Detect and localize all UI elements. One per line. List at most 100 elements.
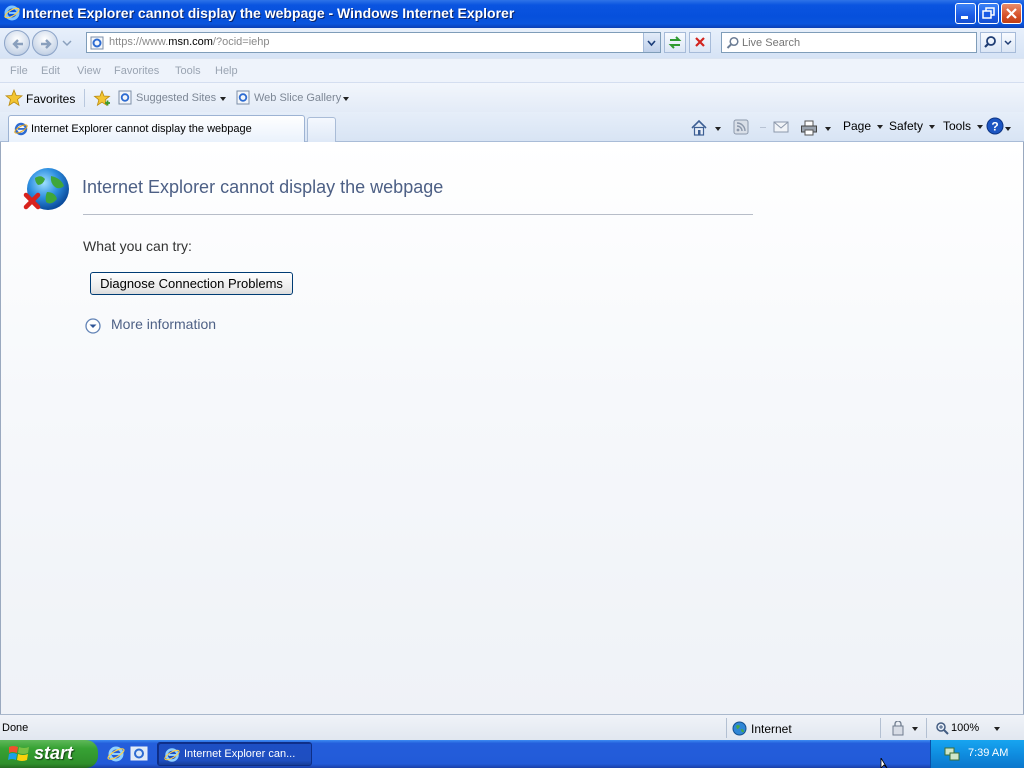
search-box[interactable] [721,32,977,53]
start-label: start [34,743,74,763]
favorites-bar: Favorites Suggested Sites Web Slice Gall… [0,82,1024,112]
chevron-down-icon [343,97,349,101]
mouse-cursor-icon [880,758,888,768]
ie-window: Internet Explorer cannot display the web… [0,0,1024,768]
address-dropdown[interactable] [643,33,660,52]
refresh-icon [668,36,682,49]
zoom-dropdown[interactable] [994,727,1000,731]
taskbar-item-label: Internet Explorer can... [184,748,296,760]
chevron-down-icon [877,124,884,129]
chevron-down-icon [929,124,936,129]
home-button[interactable] [690,119,708,137]
tools-menu-label: Tools [943,119,972,133]
favorites-label: Favorites [26,92,76,106]
back-button[interactable] [4,30,30,56]
menu-help[interactable]: Help [215,65,238,77]
feeds-button[interactable] [733,119,749,137]
page-menu-label: Page [843,119,872,133]
minimize-button[interactable] [955,3,976,24]
home-dropdown[interactable] [715,127,721,131]
add-to-favorites-bar-icon[interactable] [92,89,112,109]
print-button[interactable] [800,119,818,137]
title-divider [83,214,753,215]
page-icon [90,36,104,50]
read-mail-button[interactable] [773,119,789,137]
restore-button[interactable] [978,3,999,24]
status-separator [926,718,927,738]
tab-bar: Internet Explorer cannot display the web… [0,112,1024,142]
star-icon [5,89,23,107]
tools-menu-button[interactable]: Tools [943,119,984,137]
search-icon [726,36,739,49]
ie-icon [14,122,28,136]
address-bar[interactable]: https://www.msn.com/?ocid=iehp [86,32,661,53]
menu-view[interactable]: View [77,65,101,77]
what-you-can-try-text: What you can try: [83,238,192,254]
status-separator [726,718,727,738]
status-bar: Done Internet 100% [0,714,1024,740]
tab-label: Internet Explorer cannot display the web… [31,123,252,135]
globe-icon [732,721,747,736]
search-input[interactable] [742,35,972,50]
stop-button[interactable] [689,32,711,53]
ie-icon [4,5,20,21]
page-title: Internet Explorer cannot display the web… [82,177,444,197]
system-tray: 7:39 AM [930,740,1024,768]
address-row: https://www.msn.com/?ocid=iehp [0,28,1024,58]
menu-file[interactable]: File [10,65,28,77]
forward-button[interactable] [32,30,58,56]
mail-icon [773,121,789,133]
help-icon: ? [986,117,1004,135]
more-information-link[interactable]: More information [111,316,216,332]
page-content: Internet Explorer cannot display the web… [0,142,1024,714]
safety-menu-button[interactable]: Safety [889,119,936,137]
safety-menu-label: Safety [889,119,924,133]
help-dropdown[interactable] [1005,127,1011,131]
chevron-down-icon [977,124,984,129]
title-bar[interactable]: Internet Explorer cannot display the web… [0,0,1024,28]
print-icon [801,120,817,136]
diagnose-connection-button[interactable]: Diagnose Connection Problems [90,272,293,295]
refresh-button[interactable] [664,32,686,53]
close-button[interactable] [1001,3,1022,24]
window-title: Internet Explorer cannot display the web… [22,5,515,21]
new-tab-button[interactable] [307,117,336,142]
stop-icon [695,37,705,47]
chevron-down-circle-icon[interactable] [85,318,101,334]
ie-quicklaunch-icon[interactable] [107,745,125,763]
print-dropdown[interactable] [825,127,831,131]
clock[interactable]: 7:39 AM [968,747,1008,759]
menu-tools[interactable]: Tools [175,65,201,77]
favorites-separator [84,89,85,107]
menu-bar: File Edit View Favorites Tools Help [0,58,1024,82]
taskbar-ie-window[interactable]: Internet Explorer can... [157,742,312,766]
svg-text:?: ? [991,120,998,134]
globe-error-icon [23,168,69,210]
magnifier-icon[interactable] [935,721,949,735]
recent-pages-dropdown[interactable] [62,38,72,48]
tab-active[interactable]: Internet Explorer cannot display the web… [8,115,305,142]
network-icon[interactable] [943,745,961,762]
address-url[interactable]: https://www.msn.com/?ocid=iehp [109,36,270,48]
status-separator [880,718,881,738]
protected-mode-dropdown[interactable] [912,727,918,731]
suggested-sites-label: Suggested Sites [136,92,217,104]
forward-arrow-icon [41,39,52,49]
menu-edit[interactable]: Edit [41,65,60,77]
web-slice-gallery-label: Web Slice Gallery [254,92,342,104]
feeds-separator [760,127,766,128]
show-desktop-icon[interactable] [130,745,148,763]
menu-favorites[interactable]: Favorites [114,65,159,77]
page-menu-button[interactable]: Page [843,119,884,137]
help-button[interactable]: ? [986,117,1004,135]
search-options-dropdown[interactable] [1002,32,1016,53]
chevron-down-icon [220,97,226,101]
zoom-level[interactable]: 100% [951,722,979,734]
security-zone-label[interactable]: Internet [751,722,792,736]
protected-mode-icon[interactable] [891,721,909,737]
feeds-icon [733,119,749,135]
start-button[interactable]: start [0,740,98,768]
ie-icon [164,748,180,762]
windows-logo-icon [8,746,29,761]
search-go-button[interactable] [980,32,1002,53]
